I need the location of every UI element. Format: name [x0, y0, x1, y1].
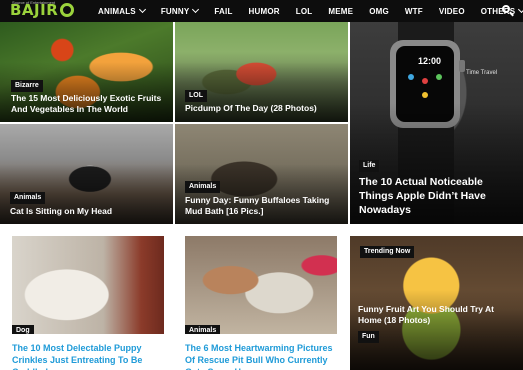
featured-tile-cat[interactable]: Animals Cat Is Sitting on My Head	[0, 124, 173, 224]
featured-tile-apple[interactable]: 12:00 Time Travel Life The 10 Actual Not…	[350, 22, 523, 224]
trending-tile-fruit-art[interactable]: Trending Now Funny Fruit Art You Should …	[350, 236, 523, 370]
article-image[interactable]: Animals	[185, 236, 337, 334]
logo-text: BAJIR	[10, 1, 59, 19]
article-card-puppy[interactable]: Dog The 10 Most Delectable Puppy Crinkle…	[12, 236, 164, 370]
logo-o-icon	[60, 3, 74, 17]
watch-time: 12:00	[418, 56, 442, 66]
article-title[interactable]: The 10 Most Delectable Puppy Crinkles Ju…	[12, 342, 162, 370]
nav-item-fail[interactable]: FAIL	[214, 0, 240, 22]
trending-badge[interactable]: Trending Now	[360, 246, 415, 258]
category-badge[interactable]: Life	[359, 160, 380, 172]
chevron-down-icon	[192, 5, 200, 13]
search-icon[interactable]	[501, 4, 515, 18]
category-badge[interactable]: Animals	[185, 325, 221, 334]
tile-title[interactable]: Funny Fruit Art You Should Try At Home (…	[358, 304, 508, 325]
category-badge[interactable]: Animals	[185, 181, 221, 193]
tile-title[interactable]: Cat Is Sitting on My Head	[10, 206, 165, 217]
featured-tile-buffaloes[interactable]: Animals Funny Day: Funny Buffaloes Takin…	[175, 124, 348, 224]
featured-tile-picdump[interactable]: LOL Picdump Of The Day (28 Photos)	[175, 22, 348, 122]
nav-item-humor[interactable]: HUMOR	[249, 0, 288, 22]
category-badge[interactable]: Bizarre	[11, 80, 43, 92]
article-image[interactable]: Dog	[12, 236, 164, 334]
category-badge[interactable]: LOL	[185, 90, 207, 102]
top-navbar: Source of Entertainment BAJIR ANIMALS FU…	[0, 0, 523, 22]
category-badge[interactable]: Animals	[10, 192, 46, 204]
nav-item-wtf[interactable]: WTF	[405, 0, 431, 22]
watch-caption: Time Travel	[466, 70, 498, 76]
article-card-pit-bull[interactable]: Animals The 6 Most Heartwarming Pictures…	[185, 236, 337, 370]
chevron-down-icon	[138, 5, 146, 13]
tile-title[interactable]: The 15 Most Deliciously Exotic Fruits An…	[11, 93, 166, 114]
nav-item-meme[interactable]: MEME	[328, 0, 361, 22]
nav-item-animals[interactable]: ANIMALS	[98, 0, 153, 22]
site-logo[interactable]: Source of Entertainment BAJIR	[10, 0, 76, 22]
nav-item-omg[interactable]: OMG	[369, 0, 397, 22]
category-badge[interactable]: Dog	[12, 325, 34, 334]
category-badge[interactable]: Fun	[358, 331, 379, 343]
tile-title[interactable]: Picdump Of The Day (28 Photos)	[185, 103, 345, 114]
main-menu: ANIMALS FUNNY FAIL HUMOR LOL MEME OMG WT…	[98, 0, 523, 22]
tile-title[interactable]: The 10 Actual Noticeable Things Apple Di…	[359, 175, 509, 217]
article-title[interactable]: The 6 Most Heartwarming Pictures Of Resc…	[185, 342, 335, 370]
nav-item-lol[interactable]: LOL	[296, 0, 321, 22]
tile-title[interactable]: Funny Day: Funny Buffaloes Taking Mud Ba…	[185, 195, 343, 216]
nav-item-funny[interactable]: FUNNY	[161, 0, 207, 22]
nav-item-video[interactable]: VIDEO	[439, 0, 473, 22]
watch-crown	[459, 60, 465, 72]
featured-tile-exotic-fruits[interactable]: Bizarre The 15 Most Deliciously Exotic F…	[0, 22, 173, 122]
chevron-down-icon	[518, 5, 523, 13]
